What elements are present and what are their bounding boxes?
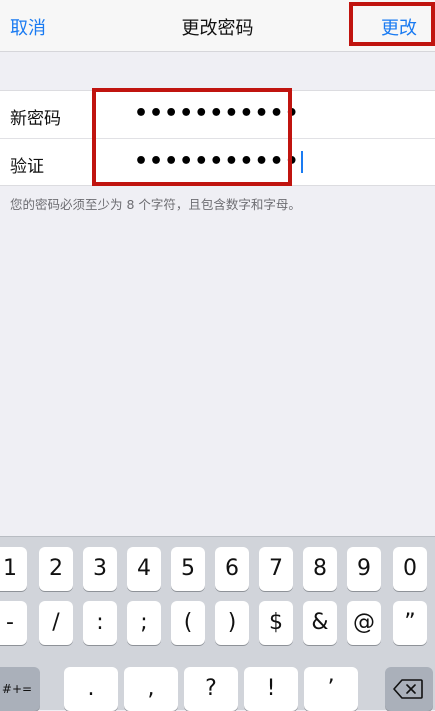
key-7[interactable]: 7 <box>259 547 293 591</box>
key-5[interactable]: 5 <box>171 547 205 591</box>
key-hyphen[interactable]: - <box>0 601 27 645</box>
key-question[interactable]: ? <box>184 667 238 711</box>
key-semicolon[interactable]: ; <box>127 601 161 645</box>
navigation-bar: 取消 更改密码 更改 <box>0 0 435 52</box>
key-symbols-toggle[interactable]: #+= <box>0 667 40 711</box>
password-hint: 您的密码必须至少为 8 个字符，且包含数字和字母。 <box>10 197 301 212</box>
keyboard: 1 2 3 4 5 6 7 8 9 0 - / : ; ( ) $ & @ ” … <box>0 536 435 711</box>
new-password-label: 新密码 <box>10 109 61 129</box>
new-password-input[interactable]: ••••••••••• <box>134 101 300 126</box>
key-1[interactable]: 1 <box>0 547 27 591</box>
key-6[interactable]: 6 <box>215 547 249 591</box>
key-comma[interactable]: , <box>124 667 178 711</box>
backspace-key[interactable] <box>385 667 433 711</box>
key-ampersand[interactable]: & <box>303 601 337 645</box>
key-period[interactable]: . <box>64 667 118 711</box>
verify-password-row[interactable]: 验证 ••••••••••• <box>0 139 435 186</box>
key-exclamation[interactable]: ! <box>244 667 298 711</box>
key-9[interactable]: 9 <box>347 547 381 591</box>
key-8[interactable]: 8 <box>303 547 337 591</box>
backspace-icon <box>393 679 423 699</box>
key-2[interactable]: 2 <box>39 547 73 591</box>
key-left-paren[interactable]: ( <box>171 601 205 645</box>
verify-password-label: 验证 <box>10 157 44 177</box>
page-title: 更改密码 <box>181 18 254 39</box>
key-4[interactable]: 4 <box>127 547 161 591</box>
key-apostrophe[interactable]: ’ <box>304 667 358 711</box>
password-form: 新密码 ••••••••••• 验证 ••••••••••• <box>0 90 435 186</box>
text-cursor <box>300 151 303 173</box>
key-colon[interactable]: : <box>83 601 117 645</box>
verify-password-value: ••••••••••• <box>134 149 300 174</box>
change-password-button[interactable]: 更改 <box>381 14 417 40</box>
verify-password-input[interactable]: ••••••••••• <box>134 149 303 174</box>
key-at[interactable]: @ <box>347 601 381 645</box>
key-dollar[interactable]: $ <box>259 601 293 645</box>
key-3[interactable]: 3 <box>83 547 117 591</box>
key-slash[interactable]: / <box>39 601 73 645</box>
key-right-paren[interactable]: ) <box>215 601 249 645</box>
key-quote[interactable]: ” <box>393 601 427 645</box>
key-0[interactable]: 0 <box>393 547 427 591</box>
new-password-row[interactable]: 新密码 ••••••••••• <box>0 91 435 138</box>
